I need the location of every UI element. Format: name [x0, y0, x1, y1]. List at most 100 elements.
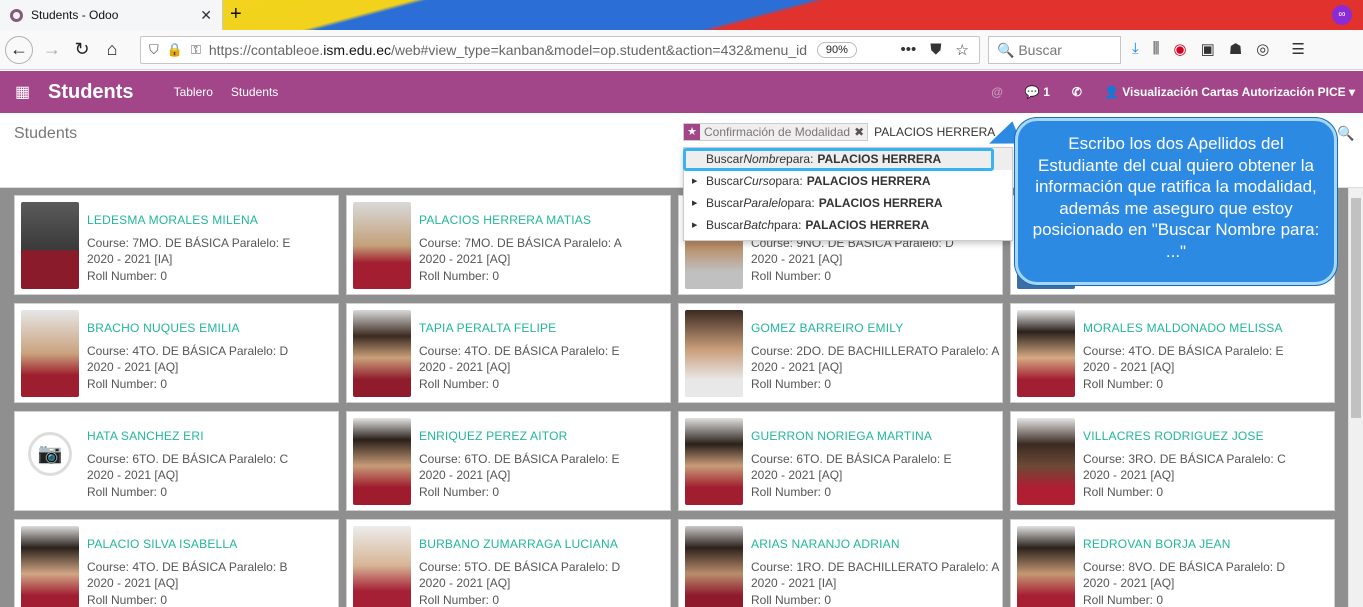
zoom-level[interactable]: 90% [816, 42, 857, 58]
student-card[interactable]: TAPIA PERALTA FELIPE Course: 4TO. DE BÁSI… [346, 303, 671, 403]
student-name[interactable]: GUERRON NORIEGA MARTINA [751, 429, 932, 443]
student-year: 2020 - 2021 [AQ] [419, 468, 511, 482]
download-icon[interactable]: ⤓ [1132, 40, 1139, 58]
student-roll-number: Roll Number: 0 [87, 377, 168, 391]
autocomplete-item-curso[interactable]: ▶ Buscar Curso para: PALACIOS HERRERA [684, 170, 1012, 192]
library-icon[interactable]: ⫼ [1153, 40, 1160, 58]
menu-tablero[interactable]: Tablero [174, 85, 213, 99]
student-name[interactable]: MORALES MALDONADO MELISSA [1083, 321, 1283, 335]
student-card[interactable]: BURBANO ZUMARRAGA LUCIANA Course: 5TO. DE… [346, 519, 671, 607]
student-course: Course: 4TO. DE BÁSICA Paralelo: D [87, 344, 289, 358]
at-icon[interactable]: @ [991, 85, 1003, 99]
favorite-star-icon: ★ [684, 124, 700, 140]
phone-icon[interactable]: ✆ [1072, 85, 1082, 99]
student-card[interactable]: PALACIOS HERRERA MATIAS Course: 7MO. DE B… [346, 195, 671, 295]
expand-arrow-icon[interactable]: ▶ [692, 221, 697, 229]
student-roll-number: Roll Number: 0 [87, 269, 168, 283]
student-card[interactable]: GUERRON NORIEGA MARTINA Course: 6TO. DE B… [678, 411, 1003, 511]
student-card[interactable]: MORALES MALDONADO MELISSA Course: 4TO. DE… [1010, 303, 1335, 403]
apps-grid-icon[interactable]: ▦ [15, 82, 33, 102]
url-text[interactable]: https://contableoe.ism.edu.ec/web#view_t… [209, 42, 809, 58]
filter-facet[interactable]: ★ Confirmación de Modalidad ✖ [683, 123, 869, 141]
student-name[interactable]: VILLACRES RODRIGUEZ JOSE [1083, 429, 1264, 443]
menu-students[interactable]: Students [231, 85, 278, 99]
student-year: 2020 - 2021 [AQ] [1083, 468, 1175, 482]
student-roll-number: Roll Number: 0 [751, 269, 832, 283]
student-card[interactable]: ARIAS NARANJO ADRIAN Course: 1RO. DE BACH… [678, 519, 1003, 607]
student-name[interactable]: GOMEZ BARREIRO EMILY [751, 321, 903, 335]
student-roll-number: Roll Number: 0 [87, 485, 168, 499]
scrollbar[interactable] [1348, 188, 1363, 607]
student-year: 2020 - 2021 [AQ] [87, 360, 179, 374]
student-course: Course: 6TO. DE BÁSICA Paralelo: E [751, 452, 952, 466]
pocket-icon[interactable]: ⛊ [930, 41, 941, 59]
student-card[interactable]: BRACHO NUQUES EMILIA Course: 4TO. DE BÁSI… [14, 303, 339, 403]
tab-close-icon[interactable]: ✕ [200, 7, 212, 24]
no-photo-camera-icon: 📷 [21, 418, 79, 505]
account-icon[interactable]: ◎ [1256, 40, 1269, 58]
messages-button[interactable]: 💬 1 [1025, 85, 1050, 99]
student-name[interactable]: PALACIO SILVA ISABELLA [87, 537, 237, 551]
student-card[interactable]: REDROVAN BORJA JEAN Course: 8VO. DE BÁSIC… [1010, 519, 1335, 607]
browser-search-input[interactable]: 🔍 Buscar [988, 36, 1121, 64]
student-course: Course: 6TO. DE BÁSICA Paralelo: E [419, 452, 620, 466]
student-course: Course: 2DO. DE BACHILLERATO Paralelo: A [751, 344, 1000, 358]
student-card[interactable]: ENRIQUEZ PEREZ AITOR Course: 6TO. DE BÁSI… [346, 411, 671, 511]
forward-button[interactable]: → [37, 35, 67, 65]
key-icon[interactable]: ⚿ [191, 42, 201, 58]
expand-arrow-icon[interactable]: ▶ [692, 199, 697, 207]
student-year: 2020 - 2021 [AQ] [1083, 576, 1175, 590]
reload-button[interactable]: ↻ [67, 35, 97, 65]
student-name[interactable]: HATA SANCHEZ ERI [87, 429, 204, 443]
user-menu[interactable]: 👤 Visualización Cartas Autorización PICE… [1104, 85, 1355, 99]
search-input[interactable]: PALACIOS HERRERA [874, 125, 995, 139]
student-name[interactable]: ENRIQUEZ PEREZ AITOR [419, 429, 567, 443]
student-name[interactable]: BRACHO NUQUES EMILIA [87, 321, 240, 335]
student-name[interactable]: PALACIOS HERRERA MATIAS [419, 213, 591, 227]
menu-icon[interactable]: ☰ [1291, 40, 1304, 58]
app-title: Students [48, 80, 134, 103]
student-year: 2020 - 2021 [AQ] [1083, 360, 1175, 374]
student-year: 2020 - 2021 [AQ] [751, 468, 843, 482]
student-card[interactable]: GOMEZ BARREIRO EMILY Course: 2DO. DE BACH… [678, 303, 1003, 403]
student-course: Course: 7MO. DE BÁSICA Paralelo: E [87, 236, 291, 250]
reader-icon[interactable]: ▣ [1201, 40, 1215, 58]
page-actions-icon[interactable]: ••• [901, 41, 917, 59]
student-roll-number: Roll Number: 0 [419, 593, 500, 607]
student-name[interactable]: BURBANO ZUMARRAGA LUCIANA [419, 537, 618, 551]
bookmark-star-icon[interactable]: ☆ [956, 41, 969, 59]
student-roll-number: Roll Number: 0 [1083, 593, 1164, 607]
expand-arrow-icon[interactable]: ▶ [692, 177, 697, 185]
student-photo [21, 202, 79, 289]
home-button[interactable]: ⌂ [97, 35, 127, 65]
student-card[interactable]: VILLACRES RODRIGUEZ JOSE Course: 3RO. DE … [1010, 411, 1335, 511]
student-roll-number: Roll Number: 0 [419, 377, 500, 391]
autocomplete-item-batch[interactable]: ▶ Buscar Batch para: PALACIOS HERRERA [684, 214, 1012, 236]
url-bar[interactable]: ⛉ 🔒 ⚿ https://contableoe.ism.edu.ec/web#… [140, 36, 980, 64]
student-year: 2020 - 2021 [AQ] [419, 576, 511, 590]
student-year: 2020 - 2021 [AQ] [419, 252, 511, 266]
student-card[interactable]: LEDESMA MORALES MILENA Course: 7MO. DE BÁ… [14, 195, 339, 295]
extension-icon[interactable]: ◉ [1174, 40, 1187, 58]
student-name[interactable]: ARIAS NARANJO ADRIAN [751, 537, 900, 551]
extension-2-icon[interactable]: ☗ [1229, 40, 1242, 58]
student-card[interactable]: PALACIO SILVA ISABELLA Course: 4TO. DE BÁ… [14, 519, 339, 607]
student-year: 2020 - 2021 [IA] [751, 576, 837, 590]
student-name[interactable]: TAPIA PERALTA FELIPE [419, 321, 556, 335]
student-name[interactable]: REDROVAN BORJA JEAN [1083, 537, 1231, 551]
scroll-thumb[interactable] [1351, 198, 1361, 418]
student-card[interactable]: 📷 HATA SANCHEZ ERI Course: 6TO. DE BÁSICA … [14, 411, 339, 511]
back-button[interactable]: ← [5, 35, 33, 64]
student-name[interactable]: LEDESMA MORALES MILENA [87, 213, 258, 227]
student-photo [21, 310, 79, 397]
breadcrumb: Students [14, 125, 78, 142]
student-year: 2020 - 2021 [IA] [87, 252, 173, 266]
student-roll-number: Roll Number: 0 [751, 593, 832, 607]
new-tab-button[interactable]: + [230, 3, 242, 25]
browser-tab[interactable]: Students - Odoo ✕ [0, 0, 223, 30]
shield-icon[interactable]: ⛉ [149, 42, 159, 58]
search-magnifier-icon[interactable]: 🔍 [1337, 125, 1354, 142]
autocomplete-item-paralelo[interactable]: ▶ Buscar Paralelo para: PALACIOS HERRERA [684, 192, 1012, 214]
facet-remove-icon[interactable]: ✖ [854, 125, 867, 139]
lock-icon[interactable]: 🔒 [167, 42, 183, 58]
